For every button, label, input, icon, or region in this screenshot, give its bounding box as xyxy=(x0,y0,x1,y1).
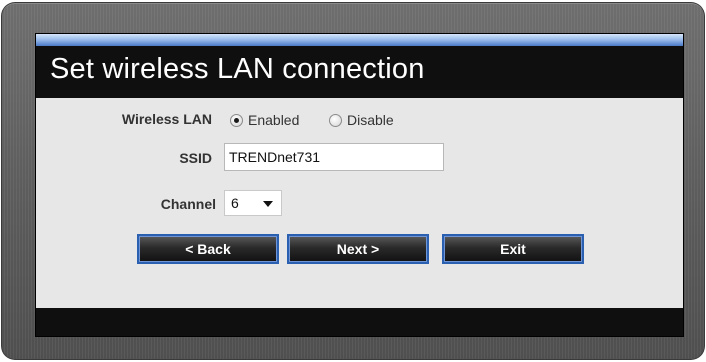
page-title: Set wireless LAN connection xyxy=(50,53,425,85)
exit-button[interactable]: Exit xyxy=(442,234,584,264)
title-accent-strip xyxy=(36,34,683,46)
wireless-enabled-label[interactable]: Enabled xyxy=(248,112,299,128)
form-panel: Wireless LAN Enabled Disable SSID Channe… xyxy=(36,98,683,308)
channel-label: Channel xyxy=(160,196,216,212)
next-button[interactable]: Next > xyxy=(287,234,429,264)
chevron-down-icon xyxy=(263,201,273,207)
wireless-lan-label: Wireless LAN xyxy=(121,111,212,127)
title-bar: Set wireless LAN connection xyxy=(36,46,683,98)
channel-select[interactable]: 6 xyxy=(224,190,282,216)
wireless-disable-label[interactable]: Disable xyxy=(347,112,394,128)
ssid-label: SSID xyxy=(179,150,212,166)
footer-bar xyxy=(36,308,683,336)
wireless-disable-radio[interactable] xyxy=(329,114,342,127)
wizard-dialog: Set wireless LAN connection Wireless LAN… xyxy=(36,34,683,336)
ssid-input[interactable] xyxy=(224,143,444,171)
channel-value: 6 xyxy=(231,195,239,211)
wireless-enabled-radio[interactable] xyxy=(230,114,243,127)
radio-selected-dot xyxy=(234,118,239,123)
back-button[interactable]: < Back xyxy=(137,234,279,264)
